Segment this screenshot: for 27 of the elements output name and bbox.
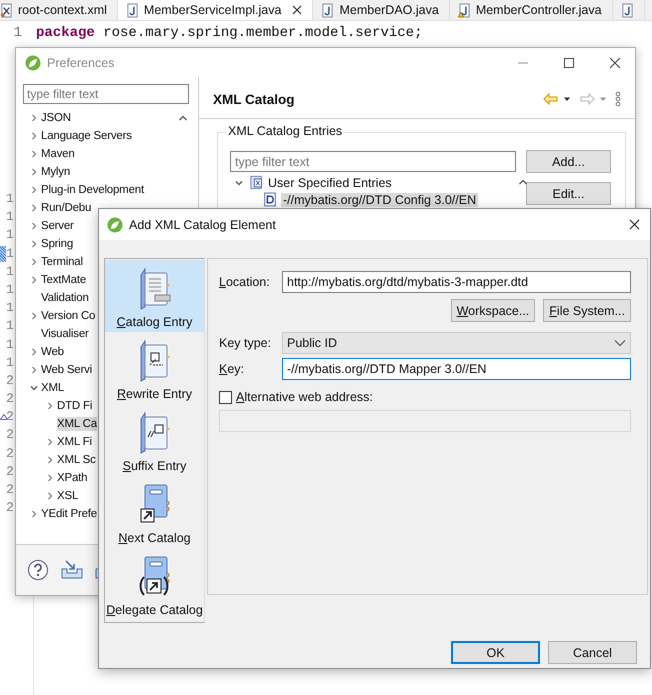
line-number: 1 [6,190,14,208]
line-number: 2 [6,481,14,499]
line-number: 2 [6,390,14,408]
field-label: Key type: [219,336,272,350]
page-title: XML Catalog [213,92,295,106]
dialog-title: Add XML Catalog Element [129,218,276,232]
line-number: 1 [6,317,14,336]
line-number: 1 [6,244,14,263]
line-number: 2 [6,372,14,390]
group-title: XML Catalog Entries [226,124,344,138]
line-number: 2 [6,426,14,444]
line-number: 2 [6,408,14,426]
line-number: 1 [6,336,14,354]
line-number: 1 [6,354,14,372]
line-number: 1 [12,25,22,41]
line-number: 2 [6,444,14,463]
line-number: 1 [6,299,14,318]
line-number: 1 [6,208,14,226]
line-number: 1 [6,262,14,281]
code-line: package rose.mary.spring.member.model.service; [36,25,422,41]
window-title: Preferences [47,56,114,70]
line-number: 2 [6,499,14,518]
field-label: Key: [219,362,246,376]
line-number: 1 [6,280,14,299]
line-number: 1 [6,226,14,244]
line-number: 2 [6,462,14,481]
field-label: Location: [219,275,271,289]
